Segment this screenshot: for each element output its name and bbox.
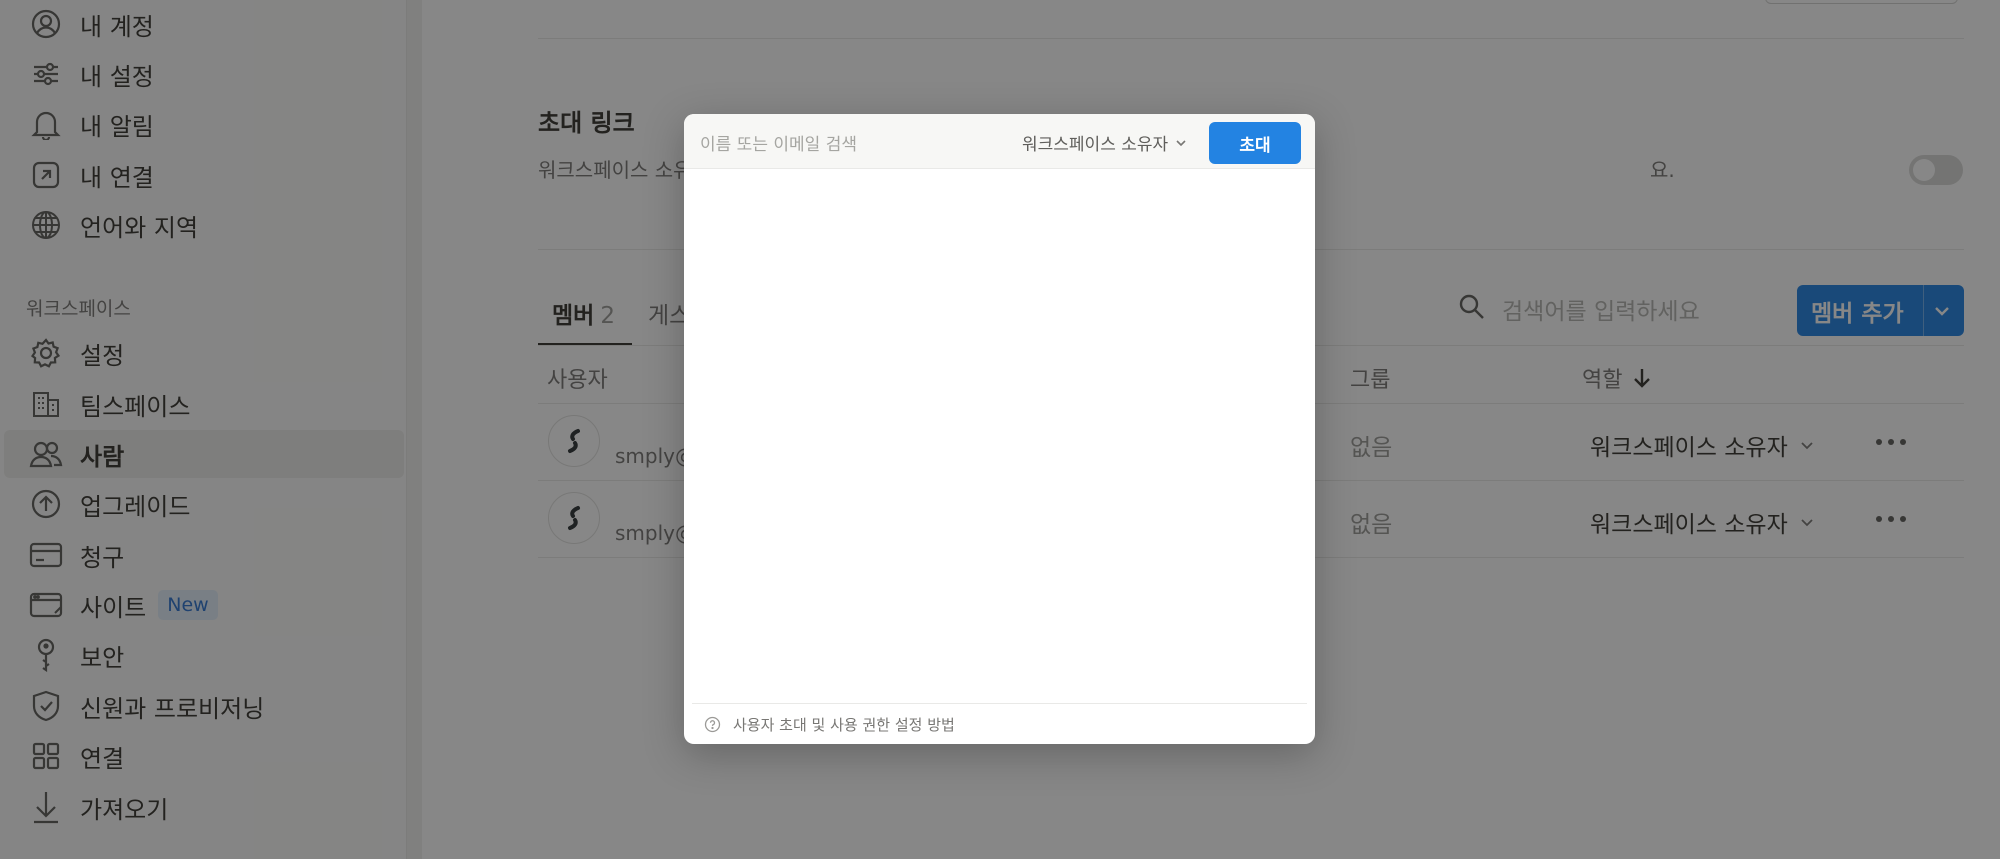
- invite-role-selector[interactable]: 워크스페이스 소유자: [1022, 130, 1188, 155]
- invite-modal-header: 이름 또는 이메일 검색 워크스페이스 소유자 초대: [684, 114, 1315, 169]
- invite-button[interactable]: 초대: [1209, 122, 1301, 164]
- invite-members-modal: 이름 또는 이메일 검색 워크스페이스 소유자 초대 사용자 초대 및 사용 권…: [684, 114, 1315, 744]
- help-circle-icon: [704, 716, 721, 733]
- invite-help-link[interactable]: 사용자 초대 및 사용 권한 설정 방법: [733, 714, 955, 735]
- settings-window: 내 계정 내 설정 내 알림 내 연결: [0, 0, 2000, 859]
- invite-role-label: 워크스페이스 소유자: [1022, 135, 1169, 155]
- invite-search-input[interactable]: 이름 또는 이메일 검색: [700, 130, 857, 155]
- chevron-down-icon: [1176, 139, 1186, 146]
- invite-modal-footer[interactable]: 사용자 초대 및 사용 권한 설정 방법: [692, 703, 1307, 744]
